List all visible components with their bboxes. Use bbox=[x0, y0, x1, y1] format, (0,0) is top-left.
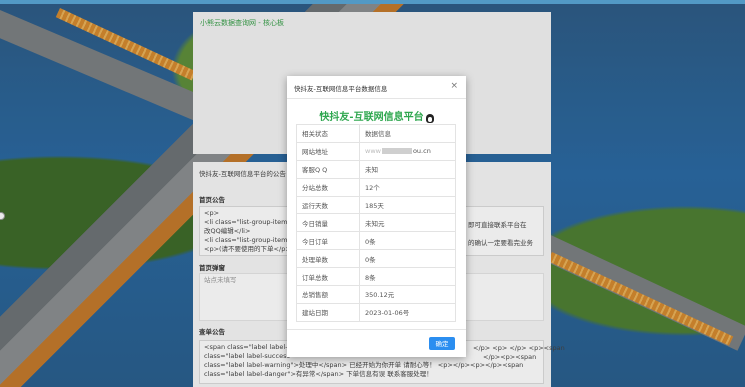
row-label: 订单总数 bbox=[296, 267, 360, 287]
table-row: 总销售额 350.12元 bbox=[296, 285, 456, 304]
site-info-table: 相关状态 数据信息 网站地址 www ou.cn 客服Q Q 未知 分站总数 12… bbox=[296, 124, 456, 322]
table-row: 网站地址 www ou.cn bbox=[296, 141, 456, 161]
modal-title: 快抖友-互联网信息平台数据信息 bbox=[294, 85, 388, 93]
table-row: 订单总数 8条 bbox=[296, 267, 456, 287]
row-label: 客服Q Q bbox=[296, 159, 360, 179]
table-row: 今日销量 未知元 bbox=[296, 213, 456, 233]
table-header-cell: 数据信息 bbox=[359, 124, 456, 143]
row-label: 网站地址 bbox=[296, 141, 360, 161]
row-label: 运行天数 bbox=[296, 195, 360, 215]
table-row: 分站总数 12个 bbox=[296, 177, 456, 197]
table-header-row: 相关状态 数据信息 bbox=[296, 124, 456, 143]
table-row: 客服Q Q 未知 bbox=[296, 159, 456, 179]
row-label: 总销售额 bbox=[296, 285, 360, 304]
row-value: 12个 bbox=[359, 177, 456, 197]
row-value: 未知 bbox=[359, 159, 456, 179]
row-value: 2023-01-06号 bbox=[359, 302, 456, 322]
modal-header: 快抖友-互联网信息平台数据信息 × bbox=[287, 76, 466, 99]
qq-penguin-icon bbox=[425, 113, 434, 123]
row-value: www ou.cn bbox=[359, 141, 456, 161]
row-label: 处理单数 bbox=[296, 249, 360, 269]
row-value: 未知元 bbox=[359, 213, 456, 233]
table-header-cell: 相关状态 bbox=[296, 124, 360, 143]
row-value: 0条 bbox=[359, 231, 456, 251]
table-row: 建站日期 2023-01-06号 bbox=[296, 302, 456, 322]
table-row: 今日订单 0条 bbox=[296, 231, 456, 251]
row-label: 建站日期 bbox=[296, 302, 360, 322]
masked-url bbox=[381, 148, 412, 155]
url-prefix: www bbox=[365, 147, 381, 156]
row-value: 8条 bbox=[359, 267, 456, 287]
close-icon[interactable]: × bbox=[450, 81, 458, 91]
ok-button[interactable]: 确定 bbox=[429, 337, 455, 350]
row-label: 今日订单 bbox=[296, 231, 360, 251]
brand-name: 快抖友-互联网信息平台 bbox=[319, 112, 424, 123]
row-value: 350.12元 bbox=[359, 285, 456, 304]
row-label: 分站总数 bbox=[296, 177, 360, 197]
row-value: 0条 bbox=[359, 249, 456, 269]
site-data-modal: 快抖友-互联网信息平台数据信息 × 快抖友-互联网信息平台 相关状态 数据信息 … bbox=[287, 76, 466, 357]
row-label: 今日销量 bbox=[296, 213, 360, 233]
table-row: 运行天数 185天 bbox=[296, 195, 456, 215]
brand-heading: 快抖友-互联网信息平台 bbox=[287, 108, 466, 123]
table-row: 处理单数 0条 bbox=[296, 249, 456, 269]
row-value: 185天 bbox=[359, 195, 456, 215]
url-suffix: ou.cn bbox=[412, 147, 431, 156]
modal-footer: 确定 bbox=[287, 329, 466, 357]
